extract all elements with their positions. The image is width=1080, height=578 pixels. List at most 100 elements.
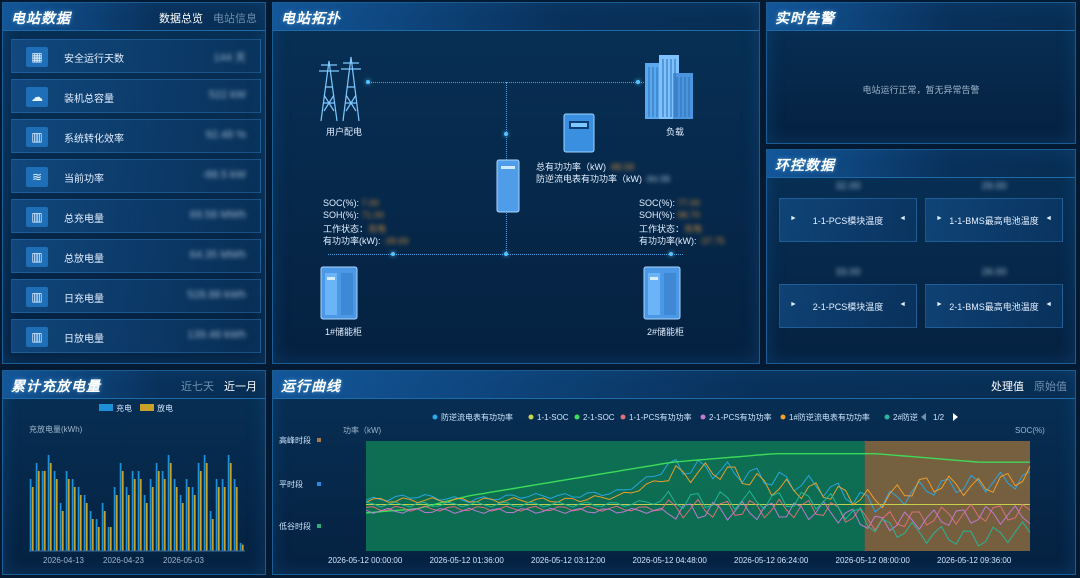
bar-charge	[95, 519, 98, 551]
left-soh: SOH(%): 71.00	[323, 210, 385, 220]
tab-station-info[interactable]: 电站信息	[213, 10, 257, 26]
legend-label: 1-1-SOC	[537, 413, 569, 422]
bar-discharge	[235, 487, 238, 551]
legend-discharge-swatch	[140, 404, 154, 411]
bar-charge	[101, 503, 104, 551]
period-label: 低谷时段	[279, 521, 311, 531]
legend-dot	[700, 414, 706, 420]
bar-charge	[65, 471, 68, 551]
bar-discharge	[67, 479, 70, 551]
env-card-3[interactable]: 33.00 ► 2-1-PCS模块温度 ◄	[779, 267, 917, 328]
bar-charge	[203, 455, 206, 551]
alarms-message: 电站运行正常，暂无异常告警	[862, 85, 980, 95]
stat-value: 522 kW	[208, 89, 246, 101]
bar-charge	[119, 463, 122, 551]
calendar-icon: ▦	[26, 47, 48, 67]
legend-label: 2-1-PCS有功功率	[709, 412, 772, 422]
period-label: 高峰时段	[279, 435, 311, 445]
legend-dot	[884, 414, 890, 420]
legend-page: 1/2	[933, 413, 945, 422]
x-tick-label: 2026-05-12 09:36:00	[937, 556, 1012, 565]
discharge-chart-icon: ▥	[26, 247, 48, 267]
bar-discharge	[199, 471, 202, 551]
bar-charge	[191, 487, 194, 551]
bar-discharge	[241, 544, 244, 551]
run-curve-title: 运行曲线	[281, 378, 341, 394]
bar-discharge	[145, 503, 148, 551]
bar-discharge	[139, 479, 142, 551]
tab-raw-value[interactable]: 原始值	[1034, 378, 1067, 394]
meter-icon	[563, 113, 595, 153]
tab-last-month[interactable]: 近一月	[224, 378, 257, 394]
bar-charge	[41, 471, 44, 551]
bar-discharge	[181, 503, 184, 551]
bar-discharge	[103, 511, 106, 551]
station-stat-row: ▥ 总充电量 69.58 MWh	[11, 199, 261, 233]
legend-charge-swatch	[99, 404, 113, 411]
bar-charge	[71, 479, 74, 551]
storage-cabinet-2-icon[interactable]	[642, 265, 682, 321]
tab-data-overview[interactable]: 数据总览	[159, 10, 203, 26]
bar-charge	[209, 511, 212, 551]
topology-title: 电站拓扑	[281, 10, 341, 26]
stat-value: -88.5 kW	[201, 169, 246, 181]
legend-label: 2#防逆	[893, 412, 918, 422]
x-tick-label: 2026-05-12 01:36:00	[430, 556, 505, 565]
building-icon	[645, 55, 693, 119]
right-soh: SOH(%): 98.70	[639, 210, 701, 220]
right-power: 有功功率(kW): -37.75	[639, 236, 725, 246]
bar-charge	[29, 479, 32, 551]
station-stat-row: ☁ 装机总容量 522 kW	[11, 79, 261, 113]
stat-label: 日放电量	[64, 334, 104, 345]
period-marker	[317, 524, 321, 528]
storage-cabinet-1-icon[interactable]	[319, 265, 359, 321]
bar-charge	[125, 487, 128, 551]
env-card-4[interactable]: 28.00 ► 2-1-BMS最高电池温度 ◄	[925, 267, 1063, 328]
stat-value: 92.48 %	[205, 129, 246, 141]
layers-icon: ≋	[26, 167, 48, 187]
legend-label: 2-1-SOC	[583, 413, 615, 422]
station-stat-row: ▥ 日充电量 528.88 kWh	[11, 279, 261, 313]
alarms-header: 实时告警	[767, 3, 1075, 31]
bar-discharge	[175, 487, 178, 551]
bar-discharge	[205, 463, 208, 551]
bar-discharge	[133, 479, 136, 551]
bar-discharge	[157, 471, 160, 551]
bar-discharge	[151, 487, 154, 551]
tab-last-7-days[interactable]: 近七天	[181, 378, 214, 394]
bar-discharge	[217, 487, 220, 551]
left-power: 有功功率(kW): -39.69	[323, 236, 409, 246]
legend-next-icon	[953, 413, 958, 421]
x-tick-label: 2026-04-13	[43, 556, 84, 565]
cumulative-title: 累计充放电量	[11, 378, 101, 394]
run-curve-header: 运行曲线 处理值 原始值	[273, 371, 1075, 399]
tab-processed-value[interactable]: 处理值	[991, 378, 1024, 394]
legend-dot	[620, 414, 626, 420]
stat-label: 总放电量	[64, 254, 104, 265]
stat-value: 139.48 kWh	[187, 329, 246, 341]
bar-charge	[77, 487, 80, 551]
peak-period-area	[864, 441, 1030, 551]
legend-dot	[574, 414, 580, 420]
stat-label: 当前功率	[64, 174, 104, 185]
legend-label: 1-1-PCS有功功率	[629, 412, 692, 422]
run-curve-panel: 运行曲线 处理值 原始值 防逆流电表有功功率 1-1-SOC 2-1-SOC 1-1-…	[272, 370, 1076, 575]
bar-charge	[35, 463, 38, 551]
stat-value: 528.88 kWh	[187, 289, 246, 301]
run-curve-line-chart: 防逆流电表有功功率 1-1-SOC 2-1-SOC 1-1-PCS有功功率 2-1-PC…	[279, 412, 1045, 565]
bar-discharge	[79, 495, 82, 551]
legend-label: 防逆流电表有功功率	[441, 412, 513, 422]
station-data-header: 电站数据 数据总览 电站信息	[3, 3, 265, 31]
env-card-2[interactable]: 29.00 ► 1-1-BMS最高电池温度 ◄	[925, 181, 1063, 242]
station-stat-row: ≋ 当前功率 -88.5 kW	[11, 159, 261, 193]
right-axis-label: SOC(%)	[1015, 426, 1045, 435]
env-card-1[interactable]: 32.00 ► 1-1-PCS模块温度 ◄	[779, 181, 917, 242]
bar-discharge	[223, 487, 226, 551]
station-stat-row: ▥ 总放电量 64.35 MWh	[11, 239, 261, 273]
legend-discharge-label: 放电	[157, 403, 173, 413]
bar-discharge	[229, 463, 232, 551]
legend-dot	[780, 414, 786, 420]
period-marker	[317, 438, 321, 442]
legend-dot	[528, 414, 534, 420]
bar-discharge	[91, 519, 94, 551]
